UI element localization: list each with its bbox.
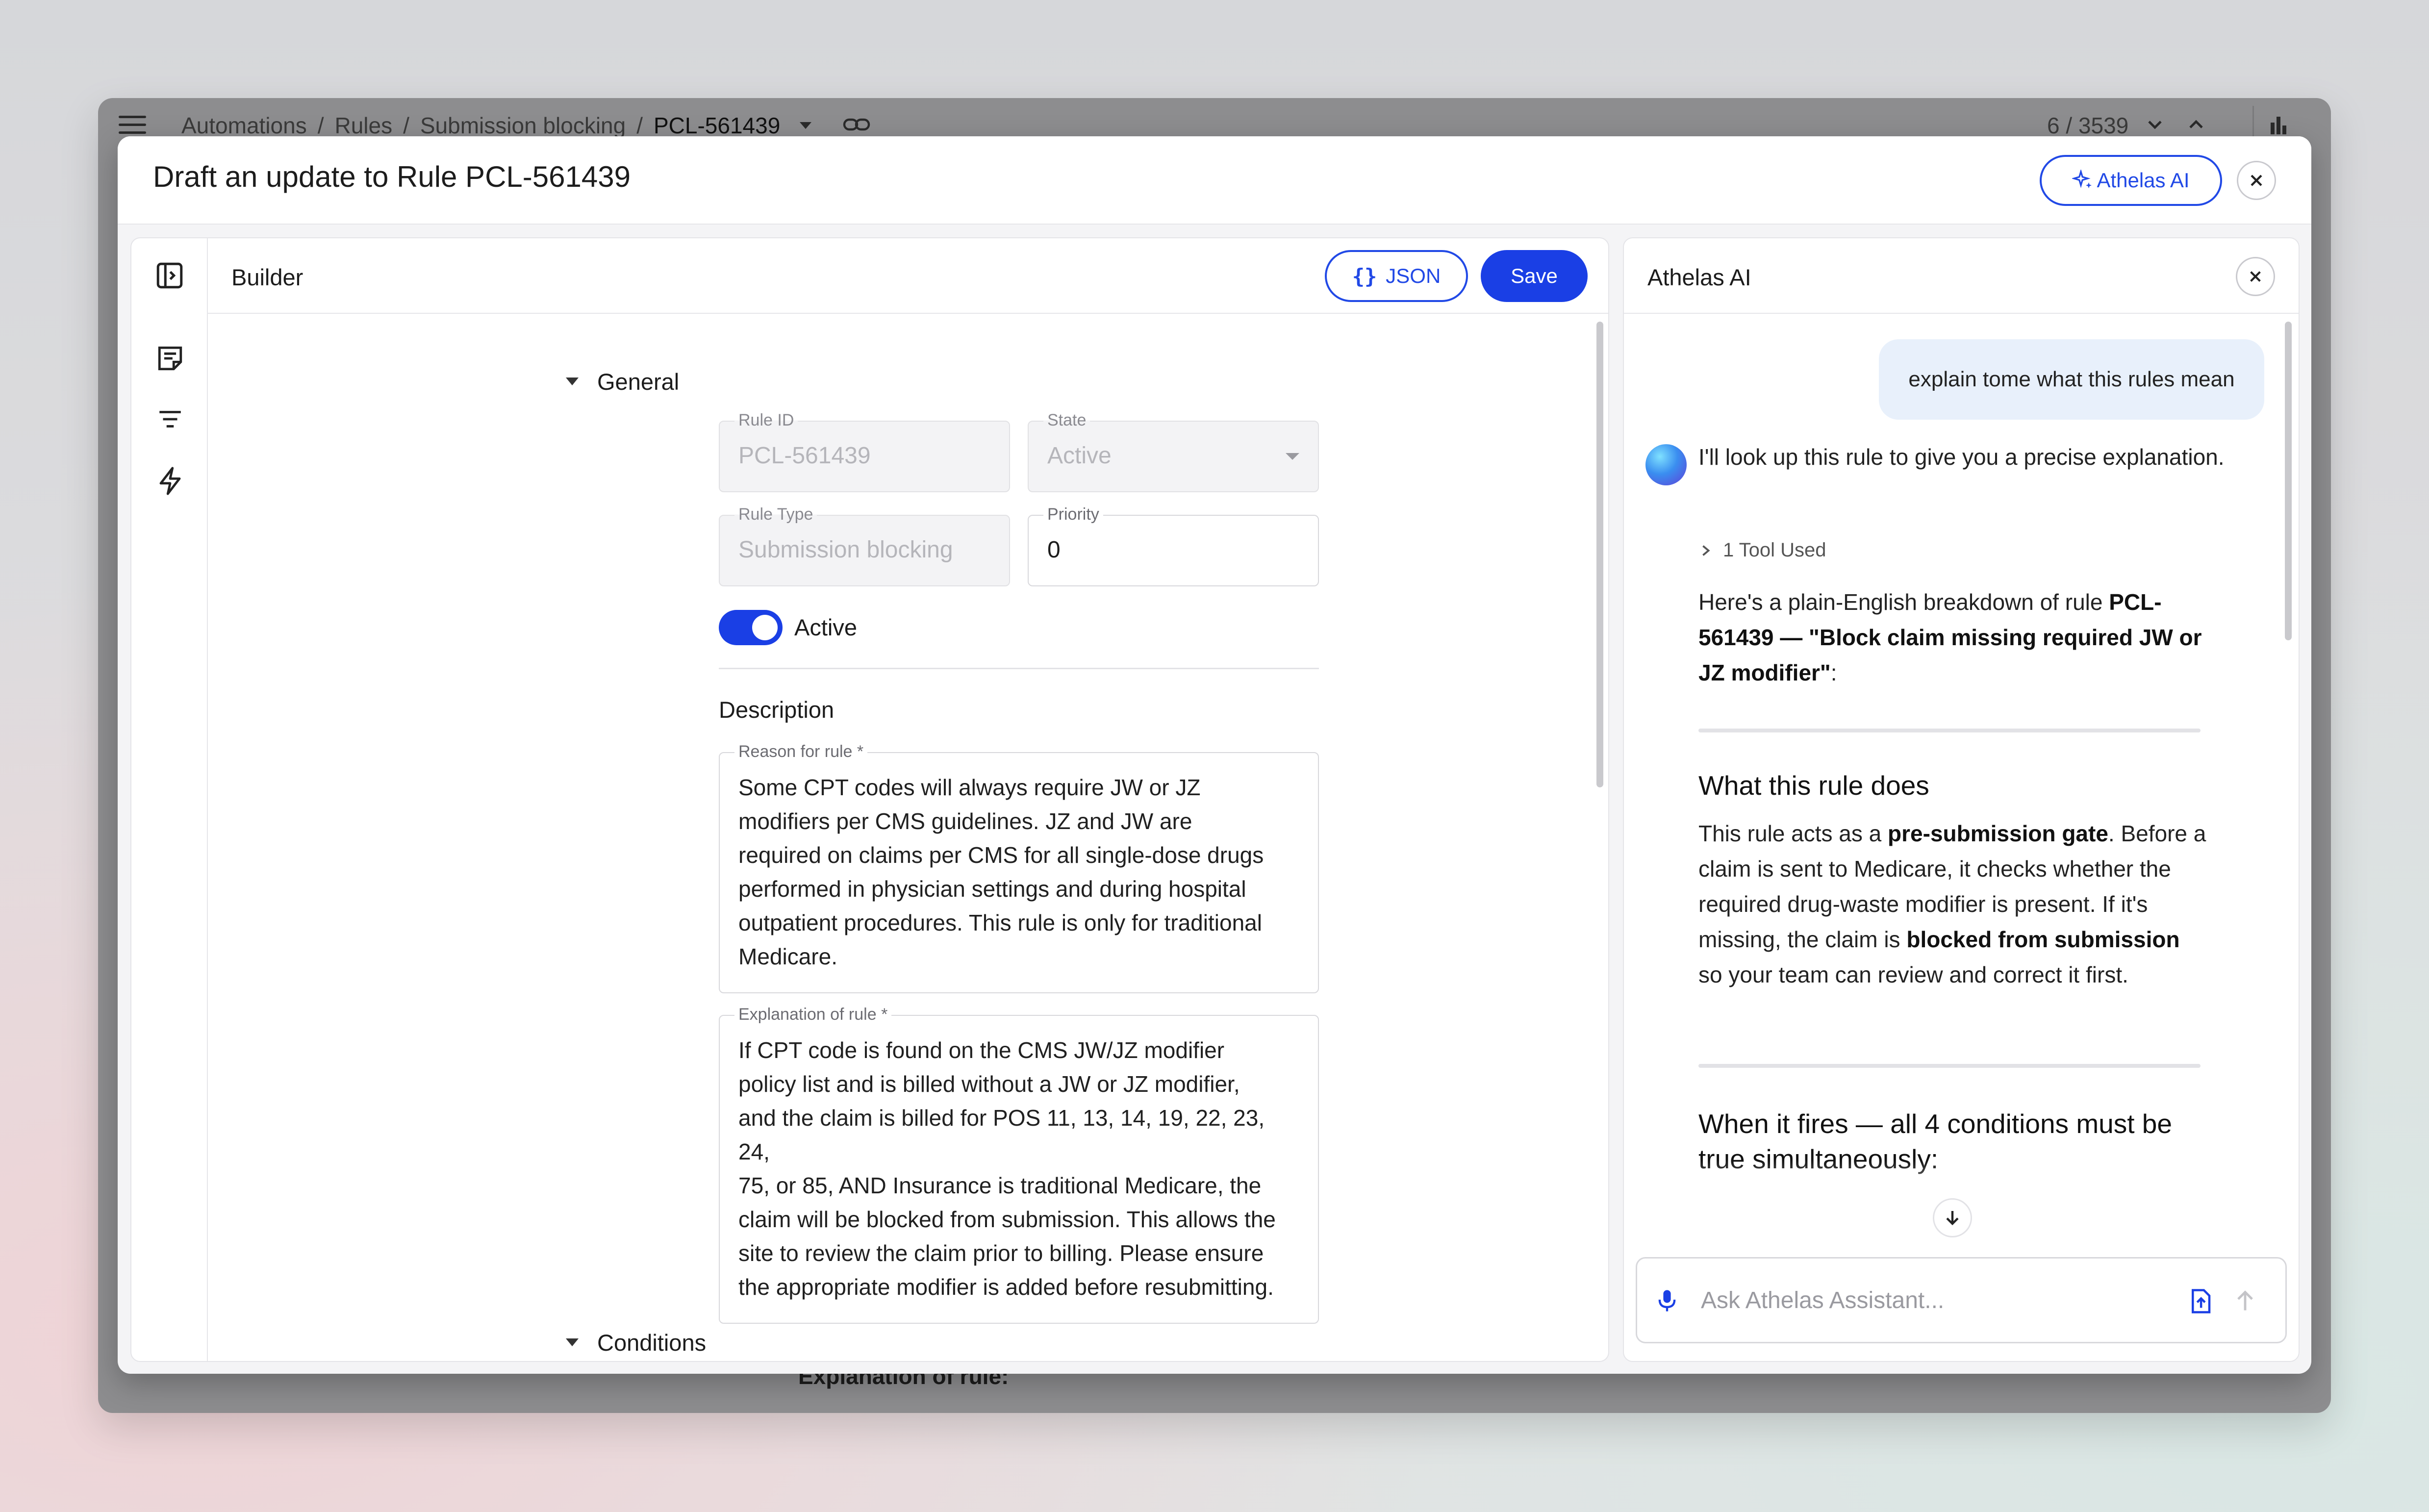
json-button-label: JSON xyxy=(1386,264,1441,287)
tool-used-toggle[interactable]: 1 Tool Used xyxy=(1698,539,1826,561)
section-what-this-rule-does-text: This rule acts as a pre-submission gate.… xyxy=(1698,821,2206,987)
chevron-down-icon[interactable] xyxy=(2145,115,2165,137)
modal-header: Draft an update to Rule PCL-561439 Athel… xyxy=(118,136,2311,225)
lightning-actions-icon[interactable] xyxy=(156,466,184,499)
priority-field[interactable]: Priority 0 xyxy=(1028,505,1319,586)
assistant-avatar xyxy=(1645,444,1687,485)
builder-side-rail xyxy=(131,238,208,1361)
code-braces-icon: {} xyxy=(1352,264,1377,288)
breadcrumb-separator: / xyxy=(636,113,643,138)
microphone-icon[interactable] xyxy=(1656,1288,1678,1313)
modal-close-button[interactable] xyxy=(2237,161,2276,200)
json-button[interactable]: {} JSON xyxy=(1325,250,1468,302)
modal-title: Draft an update to Rule PCL-561439 xyxy=(153,160,631,193)
reason-for-rule-textarea[interactable]: Reason for rule * Some CPT codes will al… xyxy=(719,742,1319,993)
priority-label: Priority xyxy=(1043,505,1103,524)
chat-input-placeholder: Ask Athelas Assistant... xyxy=(1701,1287,1945,1313)
chevron-right-icon xyxy=(1702,545,1710,556)
caret-down-icon xyxy=(566,378,579,385)
state-label: State xyxy=(1043,411,1090,430)
explanation-of-rule-text: If CPT code is found on the CMS JW/JZ mo… xyxy=(738,1037,1276,1300)
state-select: State Active xyxy=(1028,411,1319,492)
close-icon xyxy=(2250,271,2261,282)
chat-scrollbar[interactable] xyxy=(2285,322,2292,640)
explanation-of-rule-label: Explanation of rule * xyxy=(734,1005,892,1024)
reason-for-rule-text: Some CPT codes will always require JW or… xyxy=(738,775,1264,969)
rule-id-label: Rule ID xyxy=(734,411,798,430)
pager-count: 6 / 3539 xyxy=(2047,113,2129,138)
save-button-label: Save xyxy=(1511,264,1558,287)
upload-file-icon[interactable] xyxy=(2189,1288,2212,1314)
hamburger-menu-icon[interactable] xyxy=(119,116,146,135)
ai-panel-title: Athelas AI xyxy=(1647,264,1751,290)
caret-down-icon[interactable] xyxy=(800,122,812,129)
toggle-knob xyxy=(752,615,778,640)
rule-type-label: Rule Type xyxy=(734,505,817,524)
breadcrumb-current-rule[interactable]: PCL-561439 xyxy=(654,112,780,139)
breadcrumb-submission-blocking[interactable]: Submission blocking xyxy=(420,112,626,139)
priority-value[interactable]: 0 xyxy=(1047,536,1061,563)
send-arrow-icon[interactable] xyxy=(2234,1289,2256,1312)
user-message-text: explain tome what this rules mean xyxy=(1908,367,2235,391)
conditions-section-toggle[interactable]: Conditions xyxy=(566,1328,706,1357)
scroll-to-bottom-button[interactable] xyxy=(1933,1198,1972,1237)
divider xyxy=(1698,729,2201,732)
state-value: Active xyxy=(1047,443,1112,469)
builder-panel: Builder {} JSON Save General Rule ID PCL… xyxy=(130,237,1609,1362)
divider xyxy=(719,668,1319,669)
save-button[interactable]: Save xyxy=(1481,250,1588,302)
tool-used-label: 1 Tool Used xyxy=(1723,539,1826,561)
filter-conditions-icon[interactable] xyxy=(156,405,184,436)
divider xyxy=(1698,1064,2201,1068)
builder-header: Builder {} JSON Save xyxy=(208,238,1608,314)
rule-type-value: Submission blocking xyxy=(738,537,953,563)
athelas-ai-button-label: Athelas AI xyxy=(2097,169,2190,192)
breadcrumb-separator: / xyxy=(403,113,409,138)
active-toggle-label: Active xyxy=(794,614,857,640)
explanation-of-rule-textarea[interactable]: Explanation of rule * If CPT code is fou… xyxy=(719,1005,1319,1324)
link-icon[interactable] xyxy=(843,115,870,137)
ai-panel-header: Athelas AI xyxy=(1624,238,2299,314)
description-heading: Description xyxy=(719,697,835,723)
caret-down-icon xyxy=(566,1338,579,1346)
breadcrumb: Automations / Rules / Submission blockin… xyxy=(181,111,870,140)
builder-title: Builder xyxy=(231,264,304,290)
sparkle-icon xyxy=(2072,170,2092,188)
general-section-toggle[interactable]: General xyxy=(566,367,679,396)
assistant-intro-text: I'll look up this rule to give you a pre… xyxy=(1698,444,2225,470)
breadcrumb-rules[interactable]: Rules xyxy=(334,112,392,139)
breakdown-paragraph: Here's a plain-English breakdown of rule… xyxy=(1698,589,2202,685)
section-what-this-rule-does-heading: What this rule does xyxy=(1698,770,1929,801)
breadcrumb-separator: / xyxy=(317,113,324,138)
rule-id-field: Rule ID PCL-561439 xyxy=(719,411,1010,492)
close-icon xyxy=(2251,175,2262,186)
athelas-ai-panel: Athelas AI explain tome what this rules … xyxy=(1623,237,2300,1362)
pager-group: 6 / 3539 xyxy=(2047,106,2289,145)
description-section-icon[interactable] xyxy=(156,344,184,375)
arrow-down-icon xyxy=(1946,1211,1959,1226)
general-heading: General xyxy=(597,368,680,395)
user-message-bubble: explain tome what this rules mean xyxy=(1879,339,2264,420)
chevron-up-icon[interactable] xyxy=(2186,115,2206,137)
ai-panel-close-button[interactable] xyxy=(2236,257,2275,296)
builder-scrollbar[interactable] xyxy=(1596,322,1603,787)
rule-id-value: PCL-561439 xyxy=(738,443,871,469)
reason-for-rule-label: Reason for rule * xyxy=(734,742,868,761)
chart-icon[interactable] xyxy=(2268,114,2289,138)
dropdown-arrow-icon xyxy=(1286,453,1299,460)
rule-type-field: Rule Type Submission blocking xyxy=(719,505,1010,586)
active-toggle[interactable] xyxy=(719,610,783,645)
breadcrumb-automations[interactable]: Automations xyxy=(181,112,307,139)
athelas-ai-button[interactable]: Athelas AI xyxy=(2040,155,2222,206)
draft-update-modal: Draft an update to Rule PCL-561439 Athel… xyxy=(118,136,2311,1374)
chat-input-box[interactable]: Ask Athelas Assistant... xyxy=(1636,1257,2287,1343)
toggle-sidebar-icon[interactable] xyxy=(155,261,184,293)
conditions-heading: Conditions xyxy=(597,1329,707,1356)
